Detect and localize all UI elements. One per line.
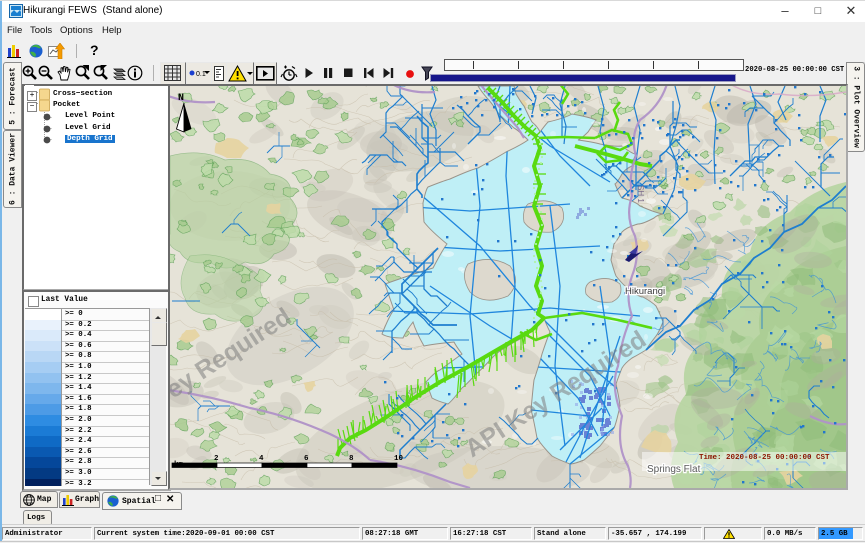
svg-text:Springs Flat: Springs Flat: [647, 464, 701, 475]
svg-text:SH 1: SH 1: [636, 185, 645, 203]
svg-text:Hikurangi: Hikurangi: [625, 286, 665, 297]
svg-text:4: 4: [259, 455, 264, 463]
svg-text:8: 8: [349, 455, 354, 463]
svg-text:Time: 2020-08-25 00:00:00 CST: Time: 2020-08-25 00:00:00 CST: [699, 454, 830, 462]
svg-text:2: 2: [214, 455, 219, 463]
svg-text:N: N: [178, 93, 184, 104]
svg-text:6: 6: [304, 455, 309, 463]
svg-text:10: 10: [394, 455, 404, 463]
